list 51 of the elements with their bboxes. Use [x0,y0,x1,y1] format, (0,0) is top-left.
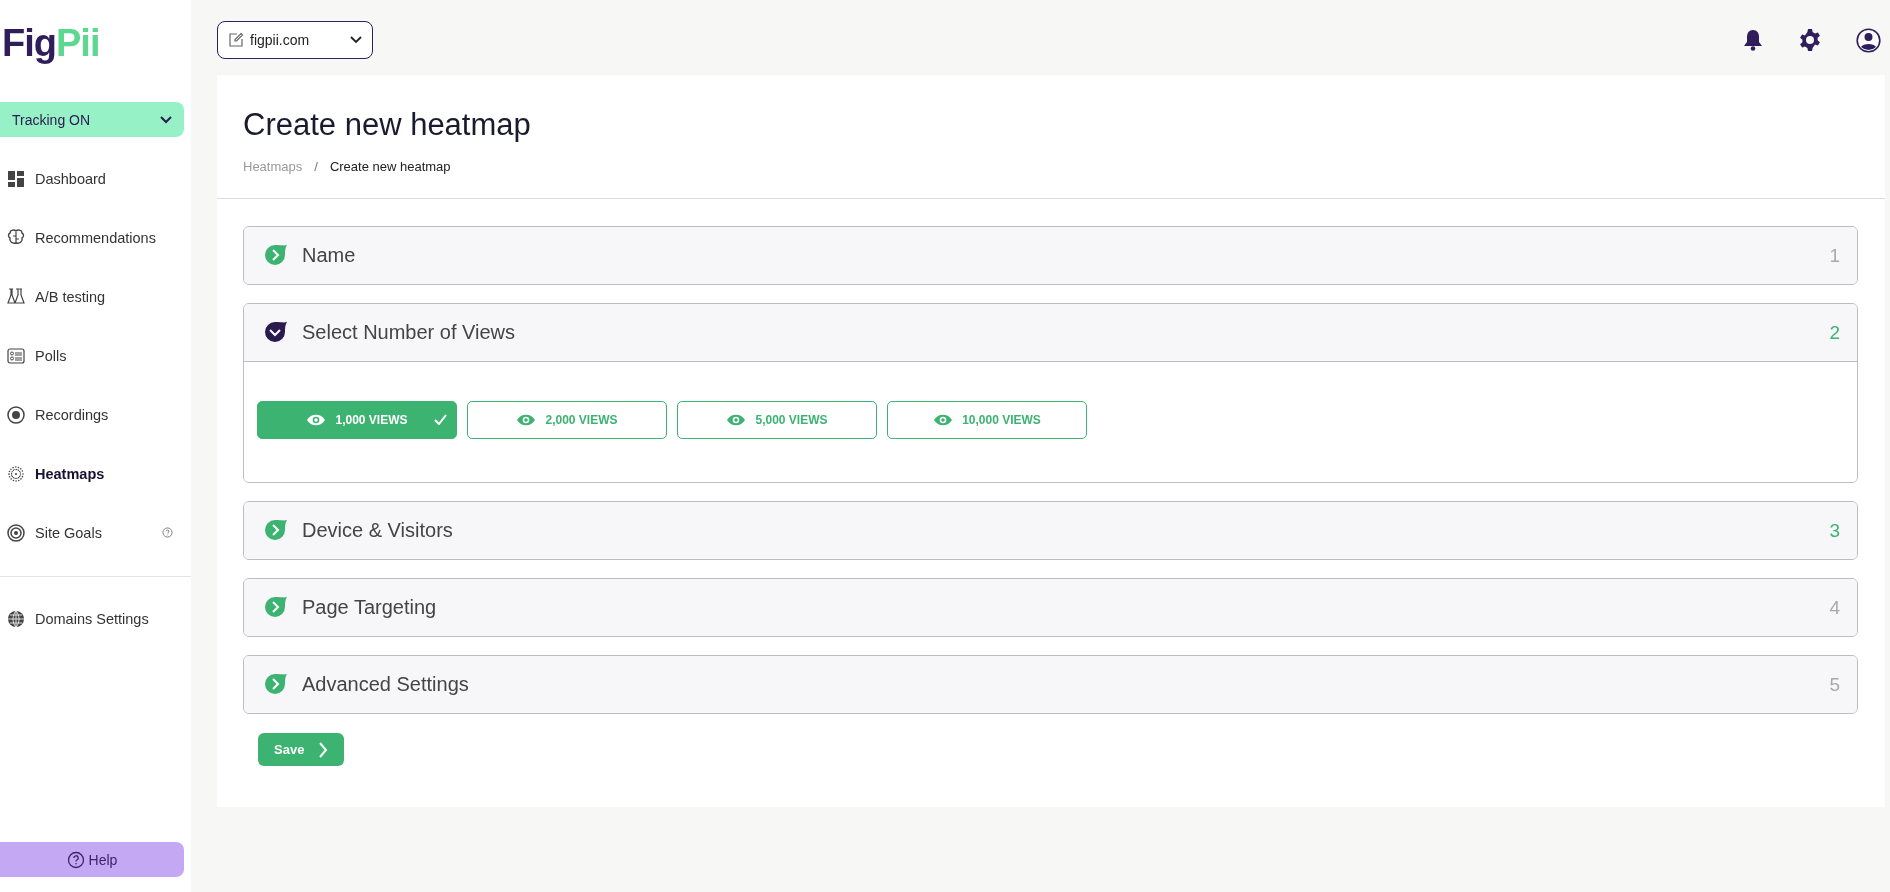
help-icon[interactable] [162,527,173,538]
edit-icon [228,32,244,48]
chevron-down-icon [160,115,172,124]
sidebar-item[interactable]: Dashboard [0,149,191,208]
step-title: Advanced Settings [302,673,470,696]
nav-icon [6,463,26,484]
globe-icon [6,608,26,629]
help-button[interactable]: Help [0,842,184,877]
nav-icon [6,404,26,425]
sidebar-item[interactable]: Polls [0,326,191,385]
sidebar-item[interactable]: Recordings [0,385,191,444]
check-icon [434,414,447,425]
user-profile-icon[interactable] [1856,27,1881,53]
sidebar-item[interactable]: Domains Settings [0,589,191,648]
step-title: Name [302,244,357,267]
notification-bell-icon[interactable] [1742,28,1764,52]
eye-icon [306,413,327,427]
figpii-logo: FigPii [1,21,101,66]
eye-icon [933,413,954,427]
nav-icon [6,168,26,189]
step-title: Device & Visitors [302,519,454,542]
sidebar-item[interactable]: Site Goals [0,503,191,562]
sidebar-item[interactable]: Heatmaps [0,444,191,503]
chevron-right-icon [318,741,329,758]
help-icon [66,850,85,869]
accordion-header[interactable]: Advanced Settings 5 [244,656,1857,713]
accordion-header[interactable]: Name 1 [244,227,1857,284]
accordion-header[interactable]: Select Number of Views 2 [244,304,1857,362]
accordion-header[interactable]: Page Targeting 4 [244,579,1857,636]
tracking-dropdown[interactable]: Tracking ON [0,102,184,137]
step-number: 4 [1829,596,1840,619]
domain-dropdown[interactable]: figpii.com [217,21,373,59]
accordion-header[interactable]: Device & Visitors 3 [244,502,1857,559]
breadcrumb-separator: / [314,159,318,174]
sidebar-item[interactable]: Recommendations [0,208,191,267]
eye-icon [516,413,537,427]
nav-icon [6,286,26,307]
settings-icon[interactable] [1798,28,1822,52]
chevron-down-icon [350,36,362,44]
step-number: 5 [1829,673,1840,696]
page-title: Create new heatmap [243,107,532,143]
step-number: 1 [1829,244,1840,267]
eye-icon [726,413,747,427]
step-title: Select Number of Views [302,321,517,344]
step-number: 3 [1829,519,1840,542]
step-title: Page Targeting [302,596,438,619]
nav-icon [6,522,26,543]
breadcrumb-current: Create new heatmap [329,159,451,174]
nav-icon [6,345,26,366]
sidebar-item[interactable]: A/B testing [0,267,191,326]
step-number: 2 [1829,321,1840,344]
